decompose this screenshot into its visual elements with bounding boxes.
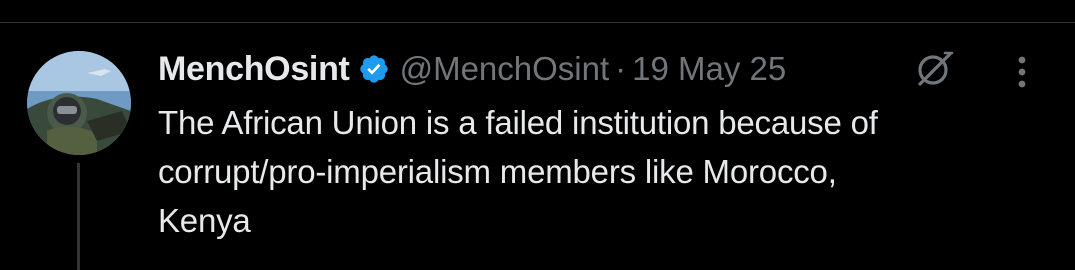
tweet-text-line: corrupt/pro-imperialism members like Mor… bbox=[158, 153, 837, 190]
pilot-cockpit-avatar-image bbox=[27, 51, 131, 155]
author-handle[interactable]: @MenchOsint bbox=[400, 50, 610, 88]
author-display-name[interactable]: MenchOsint bbox=[158, 50, 350, 89]
tweet-text: The African Union is a failed institutio… bbox=[158, 98, 1038, 245]
avatar[interactable] bbox=[27, 51, 131, 155]
more-options-icon[interactable] bbox=[1010, 52, 1034, 92]
tweet-text-line: The African Union is a failed institutio… bbox=[158, 104, 878, 141]
top-divider bbox=[0, 22, 1075, 23]
tweet-header: MenchOsint @MenchOsint · 19 May 25 bbox=[158, 46, 786, 92]
grok-icon[interactable] bbox=[914, 48, 956, 90]
tweet-text-line: Kenya bbox=[158, 202, 251, 239]
thread-line bbox=[77, 163, 80, 270]
tweet-date[interactable]: 19 May 25 bbox=[632, 50, 786, 88]
verified-badge-icon bbox=[359, 55, 388, 83]
header-separator: · bbox=[615, 50, 627, 87]
